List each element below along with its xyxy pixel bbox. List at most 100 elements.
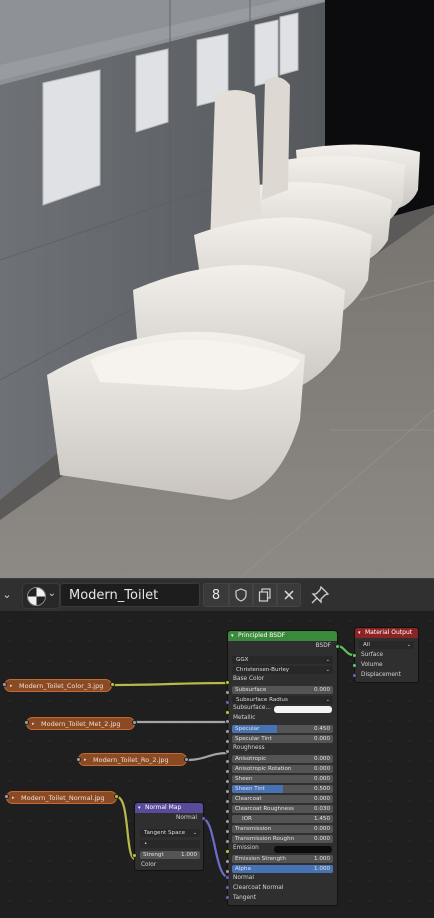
color-output-socket[interactable] bbox=[114, 794, 119, 799]
material-output-header: ▾ Material Output bbox=[355, 628, 418, 638]
field-value: 1.000 bbox=[313, 856, 330, 862]
field-label: Anisotropic Rotation bbox=[235, 766, 292, 772]
strength-field[interactable]: Strengt 1.000 bbox=[140, 851, 200, 859]
uv-map-field[interactable]: • bbox=[140, 840, 200, 848]
field-label: Clearcoat bbox=[235, 796, 262, 802]
subsurface-radius-socket[interactable] bbox=[225, 700, 230, 705]
input-label: Base Color bbox=[233, 676, 265, 682]
field-value: 0.000 bbox=[313, 776, 330, 782]
metallic-socket[interactable] bbox=[225, 719, 230, 724]
transmission-roughness-field[interactable]: Transmission Roughn 0.000 bbox=[232, 835, 333, 843]
render-preview bbox=[0, 0, 434, 578]
shader-node-editor[interactable]: ▸ Modern_Toilet_Color_3.jpg ▸ Modern_Toile… bbox=[0, 611, 434, 918]
specular-tint-field[interactable]: Specular Tint 0.000 bbox=[232, 735, 333, 743]
clearcoat-normal-socket[interactable] bbox=[225, 885, 230, 890]
clearcoat-roughness-socket[interactable] bbox=[225, 809, 230, 814]
image-texture-node-normal[interactable]: ▸ Modern_Toilet_Normal.jpg bbox=[6, 791, 117, 804]
bsdf-output-socket[interactable] bbox=[335, 644, 340, 649]
anisotropic-rotation-field[interactable]: Anisotropic Rotation 0.000 bbox=[232, 765, 333, 773]
sheen-tint-field[interactable]: Sheen Tint 0.500 bbox=[232, 785, 333, 793]
toilet-render-image bbox=[0, 0, 434, 578]
emission-socket[interactable] bbox=[225, 849, 230, 854]
transmission-socket[interactable] bbox=[225, 829, 230, 834]
input-label: Emission bbox=[233, 845, 259, 851]
user-count-button[interactable]: 8 bbox=[203, 583, 229, 607]
emission-strength-socket[interactable] bbox=[225, 859, 230, 864]
chevron-down-icon[interactable]: ⌄ bbox=[0, 587, 14, 603]
field-value: 0.000 bbox=[313, 736, 330, 742]
color-input-socket[interactable] bbox=[132, 853, 137, 858]
color-output-socket[interactable] bbox=[184, 757, 189, 762]
tangent-socket[interactable] bbox=[225, 895, 230, 900]
field-label: Anisotropic bbox=[235, 756, 267, 762]
alpha-field[interactable]: Alpha 1.000 bbox=[232, 865, 333, 873]
displacement-input-socket[interactable] bbox=[352, 673, 357, 678]
node-title: Normal Map bbox=[145, 804, 182, 811]
ior-socket[interactable] bbox=[225, 819, 230, 824]
close-icon bbox=[284, 590, 294, 600]
normal-map-header: ▾ Normal Map bbox=[135, 803, 203, 813]
clearcoat-field[interactable]: Clearcoat 0.000 bbox=[232, 795, 333, 803]
subsurface-color-swatch[interactable] bbox=[274, 706, 332, 713]
material-output-node[interactable]: ▾ Material Output All ⌄ Surface Volume Dis… bbox=[354, 627, 419, 683]
vector-input-socket[interactable] bbox=[4, 794, 9, 799]
vector-input-socket[interactable] bbox=[24, 720, 29, 725]
subsurface-field[interactable]: Subsurface 0.000 bbox=[232, 686, 333, 694]
emission-strength-field[interactable]: Emission Strength 1.000 bbox=[232, 855, 333, 863]
emission-color-swatch[interactable] bbox=[274, 846, 332, 853]
field-value: 0.000 bbox=[313, 687, 330, 693]
principled-bsdf-node[interactable]: ▾ Principled BSDF BSDF GGX ⌄ Christensen-B… bbox=[227, 630, 338, 906]
space-select[interactable]: Tangent Space ⌄ bbox=[140, 829, 200, 837]
input-label: Clearcoat Normal bbox=[233, 885, 284, 891]
base-color-socket[interactable] bbox=[225, 680, 230, 685]
image-texture-node-roughness[interactable]: ▸ Modern_Toilet_Ro_2.jpg bbox=[78, 753, 187, 766]
subsurface-method-select[interactable]: Christensen-Burley ⌄ bbox=[232, 666, 333, 674]
transmission-roughness-socket[interactable] bbox=[225, 839, 230, 844]
field-label: Transmission Roughn bbox=[235, 836, 295, 842]
image-texture-node-metallic[interactable]: ▸ Modern_Toilet_Met_2.jpg bbox=[26, 717, 135, 730]
anisotropic-rotation-socket[interactable] bbox=[225, 769, 230, 774]
field-value: 0.000 bbox=[313, 756, 330, 762]
input-label: Displacement bbox=[361, 672, 401, 678]
vector-input-socket[interactable] bbox=[76, 757, 81, 762]
subsurface-socket[interactable] bbox=[225, 690, 230, 695]
specular-field[interactable]: Specular 0.450 bbox=[232, 725, 333, 733]
roughness-socket[interactable] bbox=[225, 749, 230, 754]
duplicate-material-button[interactable] bbox=[253, 583, 277, 607]
subsurface-radius-select[interactable]: Subsurface Radius ⌄ bbox=[232, 696, 333, 704]
distribution-select[interactable]: GGX ⌄ bbox=[232, 656, 333, 664]
ior-field[interactable]: IOR 1.450 bbox=[232, 815, 333, 823]
material-browse-button[interactable]: ⌄ bbox=[22, 583, 60, 609]
field-value: 0.000 bbox=[313, 836, 330, 842]
pin-button[interactable] bbox=[308, 583, 332, 607]
clearcoat-socket[interactable] bbox=[225, 799, 230, 804]
material-name-field[interactable]: Modern_Toilet bbox=[60, 583, 200, 607]
image-texture-node-color[interactable]: ▸ Modern_Toilet_Color_3.jpg bbox=[4, 679, 112, 692]
color-output-socket[interactable] bbox=[110, 682, 115, 687]
transmission-field[interactable]: Transmission 0.000 bbox=[232, 825, 333, 833]
anisotropic-field[interactable]: Anisotropic 0.000 bbox=[232, 755, 333, 763]
volume-input-socket[interactable] bbox=[352, 663, 357, 668]
surface-input-socket[interactable] bbox=[352, 653, 357, 658]
anisotropic-socket[interactable] bbox=[225, 759, 230, 764]
field-label: Sheen Tint bbox=[235, 786, 265, 792]
alpha-socket[interactable] bbox=[225, 869, 230, 874]
normal-map-node[interactable]: ▾ Normal Map Normal Tangent Space ⌄ • Stre… bbox=[134, 802, 204, 871]
sheen-socket[interactable] bbox=[225, 779, 230, 784]
field-value: 0.000 bbox=[313, 826, 330, 832]
unlink-material-button[interactable] bbox=[277, 583, 301, 607]
color-output-socket[interactable] bbox=[132, 720, 137, 725]
input-label: Surface bbox=[361, 652, 384, 658]
vector-input-socket[interactable] bbox=[2, 682, 7, 687]
target-select[interactable]: All ⌄ bbox=[359, 641, 414, 649]
sheen-tint-socket[interactable] bbox=[225, 789, 230, 794]
subsurface-color-socket[interactable] bbox=[225, 710, 230, 715]
specular-tint-socket[interactable] bbox=[225, 739, 230, 744]
fake-user-button[interactable] bbox=[229, 583, 253, 607]
normal-output-socket[interactable] bbox=[201, 816, 206, 821]
normal-socket[interactable] bbox=[225, 875, 230, 880]
sheen-field[interactable]: Sheen 0.000 bbox=[232, 775, 333, 783]
field-value: 1.000 bbox=[313, 866, 330, 872]
clearcoat-roughness-field[interactable]: Clearcoat Roughness 0.030 bbox=[232, 805, 333, 813]
specular-socket[interactable] bbox=[225, 729, 230, 734]
